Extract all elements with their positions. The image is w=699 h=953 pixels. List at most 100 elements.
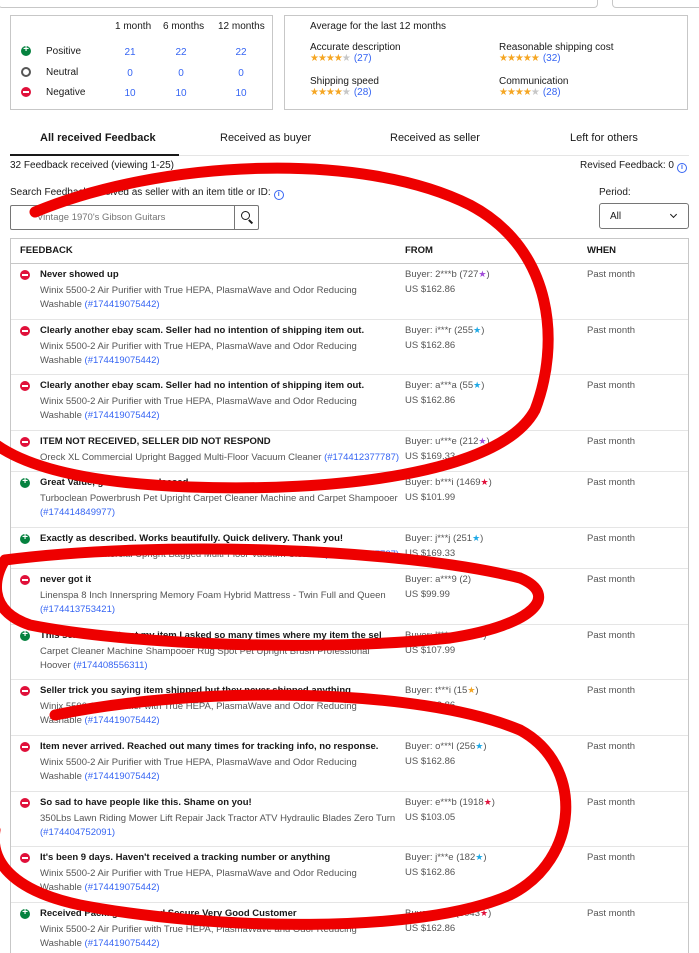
ratings-count-link[interactable]: 21: [115, 47, 145, 58]
rating-shipping-cost: Reasonable shipping cost ★★★★★ (32): [499, 42, 614, 64]
info-icon[interactable]: i: [273, 190, 284, 200]
ratings-count-link[interactable]: 22: [166, 47, 196, 58]
feedback-item: Winix 5500-2 Air Purifier with True HEPA…: [40, 395, 400, 423]
tab-received-as-seller[interactable]: Received as seller: [390, 132, 480, 144]
feedback-search: [10, 205, 259, 230]
item-id-link[interactable]: (#174419075442): [85, 299, 160, 310]
column-feedback: FEEDBACK: [20, 245, 73, 256]
feedback-when: Past month: [587, 741, 636, 752]
star-icon: ★: [479, 908, 489, 918]
feedback-when: Past month: [587, 908, 636, 919]
item-price: US $162.86: [405, 923, 456, 934]
negative-feedback-icon: [20, 575, 30, 585]
search-label-text: Search Feedback received as seller with …: [10, 187, 271, 198]
positive-feedback-icon: [20, 907, 30, 919]
feedback-count: 32 Feedback received (viewing 1-25): [10, 160, 174, 171]
feedback-item: Oreck XL Commercial Upright Bagged Multi…: [40, 451, 400, 465]
rating-count: (32): [542, 53, 561, 64]
buyer-name: Buyer: t***i (15: [405, 685, 468, 696]
negative-feedback-icon: [20, 853, 30, 863]
rating-count: (28): [542, 87, 561, 98]
item-id-link[interactable]: (#174414849977): [40, 507, 115, 518]
ratings-count-link[interactable]: 10: [166, 88, 196, 99]
star-icon: ★: [467, 685, 476, 695]
negative-feedback-icon: [20, 798, 30, 808]
ratings-count-link[interactable]: 0: [166, 68, 196, 79]
ratings-count-link[interactable]: 22: [226, 47, 256, 58]
item-id-link[interactable]: (#174419075442): [85, 771, 160, 782]
item-id-link[interactable]: (#174413753421): [40, 604, 115, 615]
ratings-row-positive: Positive 21 22 22: [11, 44, 272, 60]
item-id-link[interactable]: (#174404752091): [40, 827, 115, 838]
ratings-count-link[interactable]: 0: [226, 68, 256, 79]
positive-icon: [21, 44, 31, 56]
feedback-when: Past month: [587, 477, 636, 488]
item-id-link[interactable]: (#174419075442): [85, 715, 160, 726]
item-id-link[interactable]: (#174408556311): [73, 660, 147, 671]
buyer-name: Buyer: i***y (3043: [405, 908, 480, 919]
tab-left-for-others[interactable]: Left for others: [570, 132, 638, 144]
feedback-comment: Clearly another ebay scam. Seller had no…: [40, 380, 365, 391]
buyer-name: Buyer: l***n (676: [405, 630, 476, 641]
buyer-info: Buyer: 2***b (727★): [405, 269, 490, 280]
rating-accurate-description: Accurate description ★★★★★ (27): [310, 42, 401, 64]
star-rating-icon: ★★★★★: [310, 53, 351, 64]
feedback-comment: Exactly as described. Works beautifully.…: [40, 533, 344, 544]
ratings-label: Negative: [46, 87, 86, 98]
period-value: All: [610, 211, 622, 222]
item-title: 350Lbs Lawn Riding Mower Lift Repair Jac…: [40, 813, 396, 824]
ratings-row-neutral: Neutral 0 0 0: [11, 67, 272, 81]
search-button[interactable]: [234, 206, 258, 229]
buyer-name: Buyer: i***r (255: [405, 325, 474, 336]
item-id-link[interactable]: (#174412377787): [324, 549, 399, 560]
negative-feedback-icon: [20, 270, 30, 280]
feedback-when: Past month: [587, 533, 636, 544]
item-id-link[interactable]: (#174419075442): [85, 410, 160, 421]
period-select[interactable]: All: [599, 203, 689, 229]
table-row: never got it Linenspa 8 Inch Innerspring …: [11, 569, 688, 625]
item-id-link[interactable]: (#174419075442): [85, 882, 160, 893]
star-rating-icon: ★★★★★: [499, 53, 540, 64]
feedback-when: Past month: [587, 797, 636, 808]
table-row: Great Value, good seller, pleased Turbocl…: [11, 472, 688, 528]
negative-feedback-icon: [20, 437, 30, 447]
tab-received-as-buyer[interactable]: Received as buyer: [220, 132, 311, 144]
ratings-count-link[interactable]: 10: [226, 88, 256, 99]
buyer-info: Buyer: l***n (676★): [405, 630, 487, 641]
star-icon: ★: [483, 797, 492, 807]
feedback-when: Past month: [587, 574, 636, 585]
star-icon: ★: [480, 477, 489, 487]
negative-feedback-icon: [20, 686, 30, 696]
item-id-link[interactable]: (#174419075442): [85, 355, 160, 366]
star-icon: ★: [473, 380, 482, 390]
feedback-comment: ITEM NOT RECEIVED, SELLER DID NOT RESPON…: [40, 436, 271, 447]
feedback-when: Past month: [587, 269, 636, 280]
info-icon[interactable]: i: [677, 163, 687, 173]
item-title: Turboclean Powerbrush Pet Upright Carpet…: [40, 493, 398, 504]
period-label: Period:: [599, 187, 631, 198]
rating-count: (27): [353, 53, 372, 64]
feedback-comment: So sad to have people like this. Shame o…: [40, 797, 252, 808]
star-icon: ★: [475, 852, 484, 862]
ratings-count-link[interactable]: 0: [115, 68, 145, 79]
search-input[interactable]: [11, 206, 235, 229]
item-id-link[interactable]: (#174412377787): [324, 452, 399, 463]
rating-shipping-speed: Shipping speed ★★★★★ (28): [310, 76, 379, 98]
item-id-link[interactable]: (#174419075442): [85, 938, 160, 949]
feedback-comment: never got it: [40, 574, 92, 585]
buyer-info: Buyer: t***i (15★): [405, 685, 479, 696]
rating-name: Shipping speed: [310, 76, 379, 87]
buyer-name: Buyer: u***e (212: [405, 436, 479, 447]
buyer-name: Buyer: 2***b (727: [405, 269, 479, 280]
tab-all-received[interactable]: All received Feedback: [40, 132, 156, 144]
ratings-header-1month: 1 month: [115, 21, 152, 32]
ratings-count-link[interactable]: 10: [115, 88, 145, 99]
feedback-item: 350Lbs Lawn Riding Mower Lift Repair Jac…: [40, 812, 400, 840]
buyer-name: Buyer: e***b (1918: [405, 797, 484, 808]
buyer-info: Buyer: b***i (1469★): [405, 477, 492, 488]
item-price: US $162.86: [405, 700, 456, 711]
detailed-seller-ratings-box: Average for the last 12 months Accurate …: [284, 15, 688, 110]
feedback-ratings-box: 1 month 6 months 12 months Positive 21 2…: [10, 15, 273, 110]
search-label: Search Feedback received as seller with …: [10, 187, 284, 200]
rating-communication: Communication ★★★★★ (28): [499, 76, 568, 98]
